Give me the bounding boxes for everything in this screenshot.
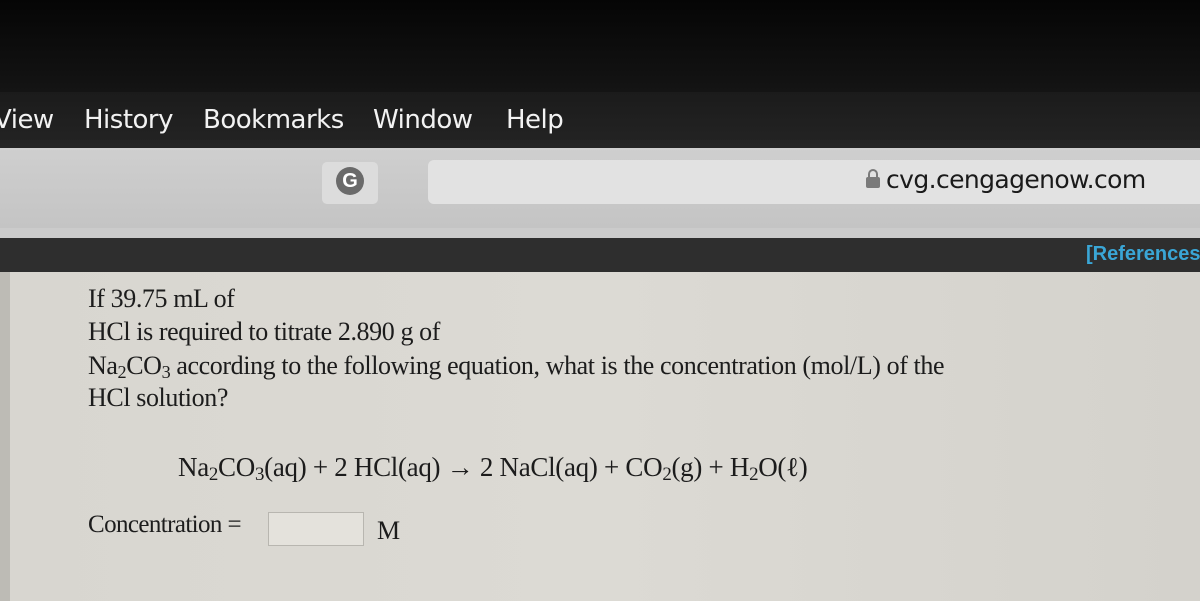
screen-bezel-top xyxy=(0,0,1200,92)
page-header-band xyxy=(0,238,1200,272)
question-line-3-text: according to the following equation, wha… xyxy=(170,351,945,380)
concentration-label: Concentration = xyxy=(88,511,242,538)
question-line-1: If 39.75 mL of xyxy=(88,284,235,313)
panel-edge xyxy=(0,272,10,601)
url-text[interactable]: cvg.cengagenow.com xyxy=(886,165,1146,194)
references-link[interactable]: [References] xyxy=(1086,243,1200,266)
reaction-arrow-icon: → xyxy=(446,452,474,482)
question-line-4: HCl solution? xyxy=(88,383,228,412)
unit-label: M xyxy=(377,516,401,545)
menu-bar xyxy=(0,92,1200,148)
grammarly-icon: G xyxy=(336,167,364,195)
question-line-2: HCl is required to titrate 2.890 g of xyxy=(88,317,441,346)
concentration-input[interactable] xyxy=(268,512,364,546)
menu-help[interactable]: Help xyxy=(506,105,564,135)
question-line-3: Na2CO3 according to the following equati… xyxy=(88,351,945,383)
menu-view[interactable]: View xyxy=(0,105,54,135)
toolbar-divider xyxy=(0,228,1200,238)
menu-window[interactable]: Window xyxy=(373,105,473,135)
chemical-equation: Na2CO3(aq) + 2 HCl(aq) → 2 NaCl(aq) + CO… xyxy=(178,452,808,485)
menu-history[interactable]: History xyxy=(84,105,174,135)
lock-icon xyxy=(866,169,880,188)
menu-bookmarks[interactable]: Bookmarks xyxy=(203,105,344,135)
formula-na2co3: Na2CO3 xyxy=(88,351,171,382)
